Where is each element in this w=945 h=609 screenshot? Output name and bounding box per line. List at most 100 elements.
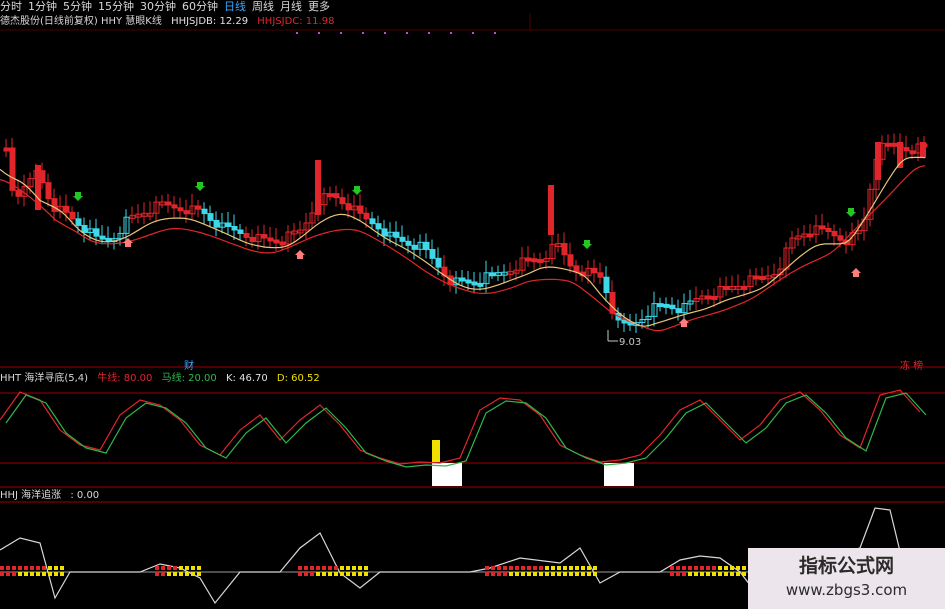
signal-square (676, 566, 680, 570)
marker-dot (384, 32, 386, 34)
signal-square (334, 566, 338, 570)
signal-square (36, 572, 40, 576)
signal-square (161, 572, 165, 576)
marker-dot (318, 32, 320, 34)
signal-square (18, 566, 22, 570)
signal-square (706, 566, 710, 570)
signal-square (485, 572, 489, 576)
signal-square (581, 572, 585, 576)
oversold-white-block (432, 463, 462, 486)
signal-square (191, 572, 195, 576)
signal-square (30, 566, 34, 570)
signal-square (485, 566, 489, 570)
signal-square (60, 572, 64, 576)
candle-body (807, 233, 814, 238)
candle-body (99, 235, 106, 240)
signal-square (688, 566, 692, 570)
candle-body (363, 212, 370, 220)
candlestick-chart[interactable]: 9.03 (0, 0, 945, 370)
candle-body (375, 223, 382, 230)
signal-square (509, 566, 513, 570)
candle-body (333, 193, 340, 199)
signal-square (340, 566, 344, 570)
signal-square (694, 572, 698, 576)
buy-arrow-icon (73, 192, 83, 201)
candle-body (885, 142, 892, 147)
signal-square (497, 572, 501, 576)
watermark: 指标公式网 www.zbgs3.com (748, 548, 945, 609)
signal-square (700, 572, 704, 576)
candle-body (177, 207, 184, 212)
marker-dot (296, 32, 298, 34)
signal-square (185, 572, 189, 576)
k-line (0, 389, 921, 465)
candle-body (567, 254, 574, 267)
signal-square (569, 572, 573, 576)
candle-body (831, 230, 838, 237)
candle-body (231, 226, 238, 231)
signal-square (364, 566, 368, 570)
candle-body (243, 233, 250, 238)
candle-body (465, 279, 472, 284)
signal-square (593, 572, 597, 576)
signal-square (328, 572, 332, 576)
signal-square (718, 566, 722, 570)
oversold-white-block (604, 463, 634, 486)
buy-arrow-icon (582, 240, 592, 249)
candle-body (81, 224, 88, 234)
candle-body (903, 147, 910, 152)
watermark-url: www.zbgs3.com (785, 581, 908, 599)
sell-arrow-icon (851, 268, 861, 277)
low-price-label: 9.03 (619, 337, 641, 348)
signal-square (730, 566, 734, 570)
buy-arrow-icon (352, 186, 362, 195)
signal-square (340, 572, 344, 576)
candle-body (345, 203, 352, 211)
signal-square (328, 566, 332, 570)
candle-body (267, 237, 274, 242)
candle-body (75, 218, 82, 226)
hht-indicator-panel[interactable] (0, 370, 945, 488)
signal-square (179, 566, 183, 570)
candle-body (609, 292, 616, 314)
signal-square (30, 572, 34, 576)
signal-square (736, 566, 740, 570)
signal-square (161, 566, 165, 570)
candle-body (537, 259, 544, 264)
signal-square (533, 572, 537, 576)
signal-square (545, 572, 549, 576)
signal-square (587, 566, 591, 570)
signal-square (358, 566, 362, 570)
candle-body (93, 228, 100, 237)
signal-square (497, 566, 501, 570)
candle-body (489, 272, 496, 277)
signal-square (491, 566, 495, 570)
candle-body (711, 296, 718, 300)
signal-square (12, 566, 16, 570)
signal-square (310, 572, 314, 576)
watermark-title: 指标公式网 (798, 555, 894, 577)
signal-square (197, 566, 201, 570)
candle-body (891, 142, 898, 147)
candle-body (603, 276, 610, 294)
candle-body (663, 303, 670, 308)
candle-body (3, 147, 10, 152)
candle-body (399, 236, 406, 242)
sell-arrow-icon (679, 318, 689, 327)
signal-square (54, 572, 58, 576)
candle-body (183, 210, 190, 215)
signal-square (581, 566, 585, 570)
signal-square (316, 572, 320, 576)
candle-body (531, 258, 538, 263)
marker-dot (340, 32, 342, 34)
signal-square (521, 566, 525, 570)
signal-square (551, 572, 555, 576)
candle-body (477, 282, 484, 287)
signal-square (298, 566, 302, 570)
signal-square (551, 566, 555, 570)
signal-square (712, 572, 716, 576)
signal-square (304, 566, 308, 570)
signal-square (42, 566, 46, 570)
candle-body (15, 189, 22, 197)
sell-arrow-icon (295, 250, 305, 259)
